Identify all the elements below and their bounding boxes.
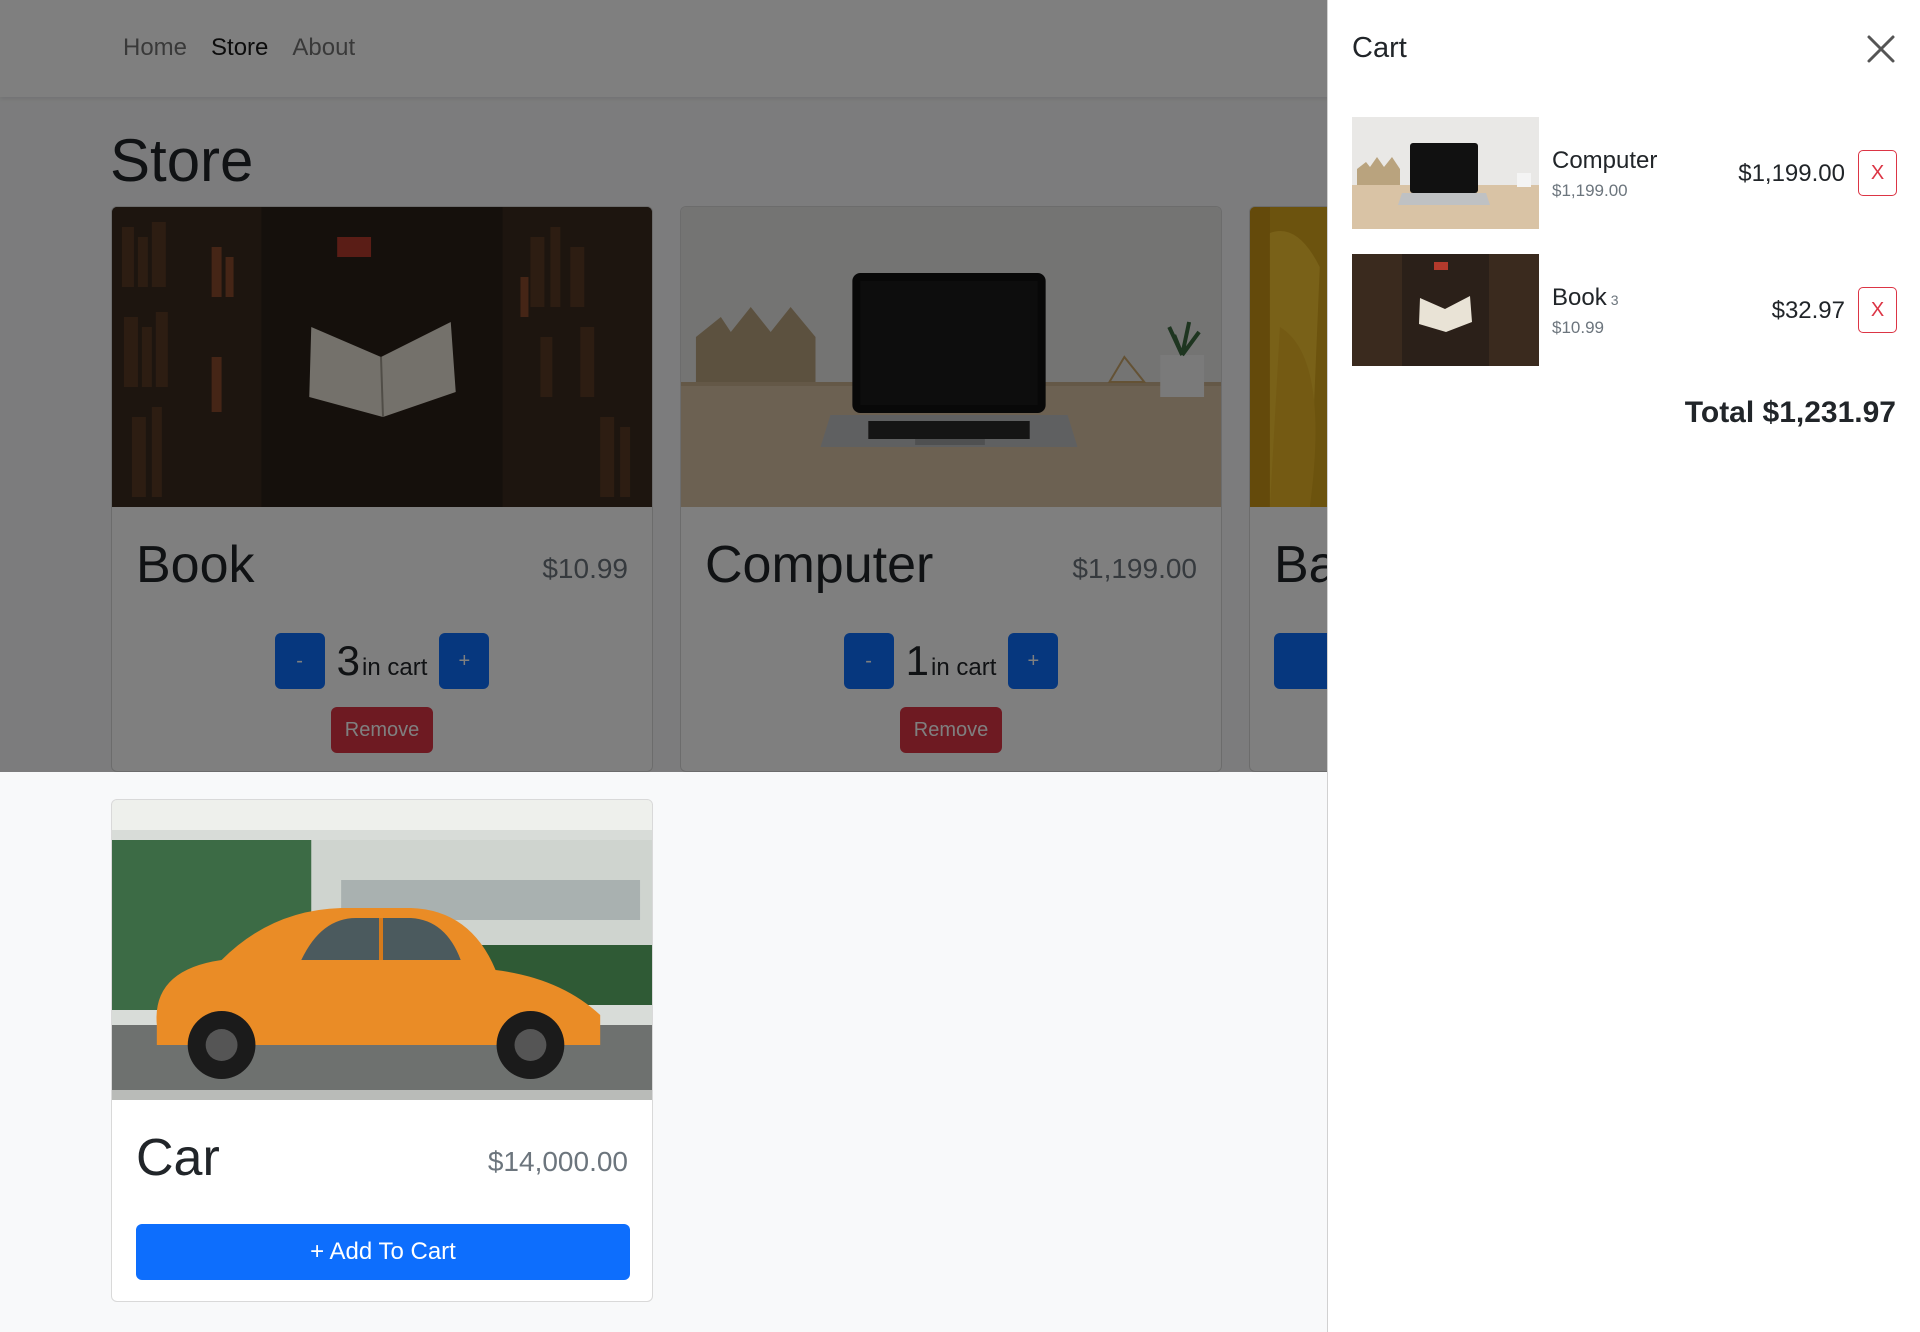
cart-item-name: Computer [1552, 147, 1661, 175]
product-name: Car [136, 1129, 220, 1187]
cart-item-name-text: Computer [1552, 147, 1658, 174]
cart-total: Total $1,231.97 [1684, 396, 1896, 429]
cart-item-total: $32.97 [1771, 297, 1845, 324]
cart-item-image [1352, 254, 1539, 366]
cart-item-image [1352, 117, 1539, 229]
product-price: $14,000.00 [487, 1146, 628, 1177]
cart-item-total: $1,199.00 [1738, 160, 1845, 187]
cart-item-name-text: Book [1552, 284, 1607, 311]
cart-item: Book 3 $10.99 $32.97 X [1352, 254, 1897, 366]
cart-item-unit-price: $1,199.00 [1552, 181, 1628, 200]
cart-item: Computer $1,199.00 $1,199.00 X [1352, 117, 1897, 229]
car-image [112, 800, 652, 1100]
product-card-car: Car $14,000.00 + Add To Cart [111, 799, 653, 1302]
close-icon[interactable] [1866, 34, 1896, 64]
add-to-cart-button[interactable]: + Add To Cart [136, 1224, 630, 1280]
cart-item-name: Book 3 [1552, 284, 1619, 312]
cart-item-remove-button[interactable]: X [1858, 150, 1897, 196]
cart-item-remove-button[interactable]: X [1858, 287, 1897, 333]
cart-item-quantity: 3 [1610, 292, 1619, 308]
cart-title: Cart [1352, 32, 1407, 64]
cart-item-unit-price: $10.99 [1552, 318, 1604, 337]
cart-panel: Cart Computer $1,199.00 $1,199.00 X Book… [1327, 0, 1920, 1332]
